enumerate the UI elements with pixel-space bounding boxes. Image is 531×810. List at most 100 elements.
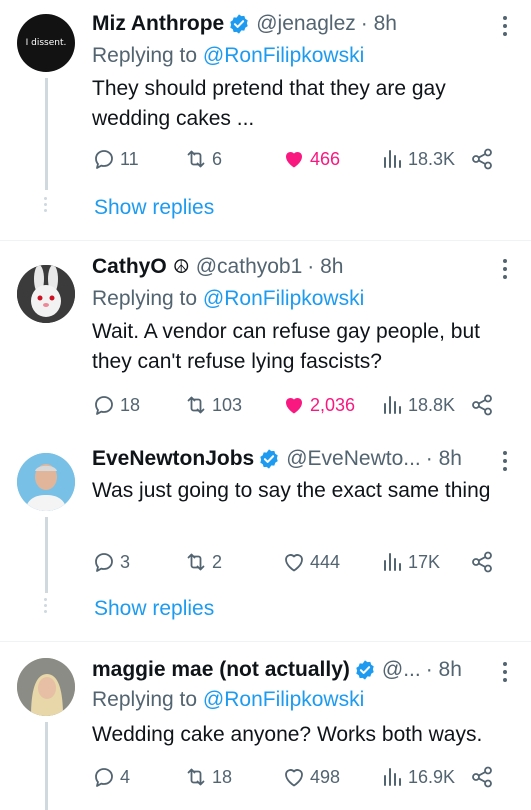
retweet-button[interactable]: 6: [184, 144, 222, 174]
reply-button[interactable]: 3: [92, 547, 130, 577]
avatar[interactable]: [17, 658, 75, 716]
retweet-icon: [184, 147, 208, 171]
show-replies-link[interactable]: Show replies: [94, 196, 214, 220]
more-options-icon[interactable]: [503, 259, 509, 283]
reply-button[interactable]: 18: [92, 390, 140, 420]
tweet-text: They should pretend that they are gay we…: [92, 77, 446, 130]
like-count: 444: [310, 551, 341, 572]
tweet-evenewtonjobs[interactable]: EveNewtonJobs @EveNewto... · 8h Was just…: [0, 441, 531, 641]
tweet-cathyo[interactable]: CathyO ☮ @cathyob1 · 8h Replying to @Ron…: [0, 241, 531, 441]
share-button[interactable]: [470, 762, 498, 792]
show-replies-link[interactable]: Show replies: [94, 597, 214, 621]
timestamp[interactable]: · 8h: [426, 658, 462, 682]
like-button[interactable]: 444: [282, 547, 340, 577]
reply-button[interactable]: 11: [92, 144, 139, 174]
replying-to-link[interactable]: @RonFilipkowski: [203, 44, 364, 67]
replying-to-link[interactable]: @RonFilipkowski: [203, 287, 364, 310]
tweet-header: CathyO ☮ @cathyob1 · 8h: [92, 255, 343, 279]
share-icon: [470, 393, 494, 417]
heart-filled-icon: [282, 393, 306, 417]
replying-to: Replying to @RonFilipkowski: [92, 287, 364, 311]
display-name[interactable]: EveNewtonJobs: [92, 447, 254, 471]
replying-to-label: Replying to: [92, 44, 198, 67]
person-avatar-icon: [17, 658, 75, 716]
verified-badge-icon: [228, 13, 250, 35]
replying-to: Replying to @RonFilipkowski: [92, 688, 364, 712]
rabbit-avatar-icon: [17, 265, 75, 323]
views-button[interactable]: 18.3K: [380, 144, 455, 174]
reply-count: 4: [120, 766, 131, 787]
share-button[interactable]: [470, 144, 498, 174]
views-button[interactable]: 17K: [380, 547, 440, 577]
timestamp[interactable]: · 8h: [307, 255, 343, 279]
display-name[interactable]: maggie mae (not actually): [92, 658, 350, 682]
views-button[interactable]: 16.9K: [380, 762, 455, 792]
like-button[interactable]: 498: [282, 762, 340, 792]
display-name[interactable]: Miz Anthrope: [92, 12, 224, 36]
views-icon: [380, 393, 404, 417]
reply-button[interactable]: 4: [92, 762, 130, 792]
avatar[interactable]: I dissent.: [17, 14, 75, 72]
action-bar: 3 2 444 17K: [92, 547, 502, 577]
avatar[interactable]: [17, 453, 75, 511]
views-button[interactable]: 18.8K: [380, 390, 455, 420]
like-count: 466: [310, 148, 341, 169]
share-icon: [470, 147, 494, 171]
share-icon: [470, 550, 494, 574]
action-bar: 11 6 466 18.3K: [92, 144, 502, 174]
reply-count: 3: [120, 551, 131, 572]
avatar[interactable]: [17, 265, 75, 323]
handle[interactable]: @...: [382, 658, 421, 682]
retweet-button[interactable]: 2: [184, 547, 222, 577]
views-icon: [380, 550, 404, 574]
tweet-text: Was just going to say the exact same thi…: [92, 479, 491, 502]
retweet-count: 103: [212, 394, 243, 415]
heart-icon: [282, 765, 306, 789]
retweet-icon: [184, 393, 208, 417]
tweet-maggie-mae[interactable]: maggie mae (not actually) @... · 8h Repl…: [0, 642, 531, 810]
replying-to-label: Replying to: [92, 688, 198, 711]
timestamp[interactable]: · 8h: [361, 12, 397, 36]
handle[interactable]: @cathyob1: [196, 255, 303, 279]
like-button[interactable]: 2,036: [282, 390, 355, 420]
handle[interactable]: @EveNewto...: [286, 447, 421, 471]
retweet-icon: [184, 550, 208, 574]
more-options-icon[interactable]: [503, 662, 509, 686]
retweet-button[interactable]: 18: [184, 762, 232, 792]
views-icon: [380, 765, 404, 789]
replying-to-link[interactable]: @RonFilipkowski: [203, 688, 364, 711]
avatar-text: I dissent.: [25, 38, 67, 48]
views-count: 18.3K: [408, 148, 456, 169]
reply-icon: [92, 765, 116, 789]
more-options-icon[interactable]: [503, 451, 509, 475]
verified-badge-icon: [354, 659, 376, 681]
reply-count: 11: [120, 148, 139, 169]
peace-symbol-icon: ☮: [172, 256, 190, 278]
share-button[interactable]: [470, 547, 498, 577]
verified-badge-icon: [258, 448, 280, 470]
reply-count: 18: [120, 394, 141, 415]
tweet-miz-anthrope[interactable]: I dissent. Miz Anthrope @jenaglez · 8h R…: [0, 0, 531, 240]
retweet-button[interactable]: 103: [184, 390, 242, 420]
thread-line: [45, 722, 48, 810]
views-count: 16.9K: [408, 766, 456, 787]
more-options-icon[interactable]: [503, 16, 509, 40]
views-count: 18.8K: [408, 394, 456, 415]
like-count: 2,036: [310, 394, 356, 415]
handle[interactable]: @jenaglez: [256, 12, 356, 36]
like-button[interactable]: 466: [282, 144, 340, 174]
thread-dots: [44, 197, 48, 215]
share-button[interactable]: [470, 390, 498, 420]
views-count: 17K: [408, 551, 441, 572]
reply-icon: [92, 147, 116, 171]
reply-icon: [92, 550, 116, 574]
tweet-header: maggie mae (not actually) @... · 8h: [92, 658, 462, 682]
reply-icon: [92, 393, 116, 417]
thread-line: [45, 517, 48, 593]
timestamp[interactable]: · 8h: [426, 447, 462, 471]
like-count: 498: [310, 766, 341, 787]
retweet-count: 2: [212, 551, 223, 572]
heart-icon: [282, 550, 306, 574]
display-name[interactable]: CathyO: [92, 255, 167, 279]
thread-line: [45, 78, 48, 190]
